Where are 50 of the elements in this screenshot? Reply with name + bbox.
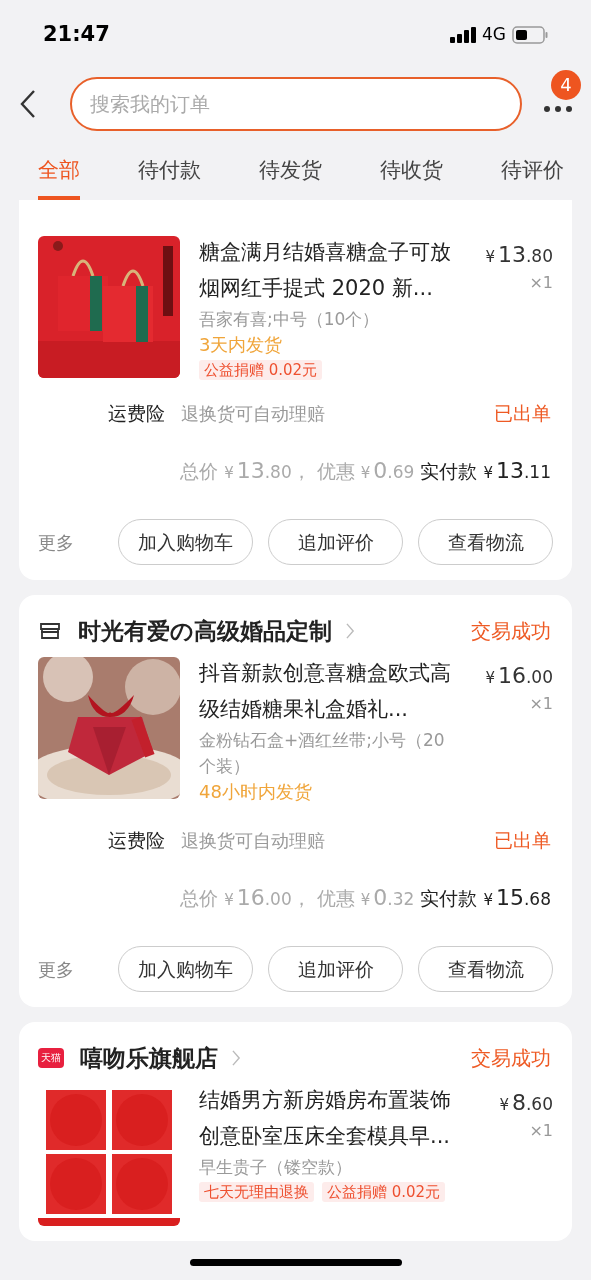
- total-price: 总价 ¥13.80，: [180, 457, 311, 485]
- product-spec: 吾家有喜;中号（10个）: [199, 308, 381, 331]
- chevron-right-icon: [232, 1050, 241, 1066]
- discount-amount: 优惠 ¥0.69: [316, 457, 415, 485]
- signal-icon: [450, 27, 476, 43]
- order-tab[interactable]: 待付款: [138, 145, 201, 200]
- insurance-note: 退换货可自动理赔: [181, 828, 325, 853]
- product-title[interactable]: 抖音新款创意喜糖盒欧式高级结婚糖果礼盒婚礼...: [199, 655, 457, 727]
- order-tab[interactable]: 待收货: [380, 145, 443, 200]
- unit-price: ¥8.60: [499, 1089, 553, 1117]
- total-price: 总价 ¥16.00，: [180, 884, 311, 912]
- back-icon[interactable]: [20, 88, 36, 119]
- promo-tag: 七天无理由退换: [199, 1182, 314, 1202]
- product-spec: 金粉钻石盒+酒红丝带;小号（20个装）: [199, 729, 446, 778]
- more-icon[interactable]: [543, 104, 573, 113]
- quantity: ×1: [529, 693, 553, 715]
- unit-price: ¥16.00: [485, 662, 553, 690]
- paid-amount: 实付款 ¥13.11: [420, 457, 551, 485]
- quantity: ×1: [529, 1120, 553, 1142]
- order-tab[interactable]: 待发货: [259, 145, 322, 200]
- product-title[interactable]: 结婚男方新房婚房布置装饰创意卧室压床全套模具早...: [199, 1082, 457, 1154]
- delivery-note: 3天内发货: [199, 333, 283, 357]
- insurance-status: 已出单: [494, 827, 551, 853]
- order-status: 交易成功: [471, 618, 551, 645]
- product-title[interactable]: 糖盒满月结婚喜糖盒子可放烟网红手提式 2020 新...: [199, 234, 457, 306]
- tmall-badge: 天猫: [38, 1048, 64, 1068]
- promo-tag: 公益捐赠 0.02元: [199, 360, 323, 380]
- unit-price: ¥13.80: [485, 241, 553, 269]
- battery-icon: [512, 26, 548, 44]
- status-time: 21:47: [43, 21, 110, 49]
- insurance-note: 退换货可自动理赔: [181, 401, 325, 426]
- insurance-status: 已出单: [494, 400, 551, 426]
- order-tab[interactable]: 待评价: [501, 145, 564, 200]
- discount-amount: 优惠 ¥0.32: [316, 884, 415, 912]
- quantity: ×1: [529, 272, 553, 294]
- insurance-label: 运费险: [108, 400, 165, 426]
- delivery-note: 48小时内发货: [199, 780, 312, 804]
- shop-name[interactable]: 嘻吻乐旗舰店: [80, 1040, 218, 1076]
- notification-badge: 4: [551, 69, 581, 100]
- order-status: 交易成功: [471, 1045, 551, 1072]
- insurance-label: 运费险: [108, 827, 165, 853]
- search-field[interactable]: 搜索我的订单: [70, 76, 522, 131]
- paid-amount: 实付款 ¥15.68: [420, 884, 551, 912]
- more-link[interactable]: 更多: [38, 955, 118, 983]
- promo-tag: 公益捐赠 0.02元: [322, 1182, 446, 1202]
- network-label: 4G: [482, 23, 506, 47]
- chevron-right-icon: [346, 623, 355, 639]
- shop-name[interactable]: 时光有爱の高级婚品定制: [78, 613, 332, 649]
- more-link[interactable]: 更多: [38, 528, 118, 556]
- product-spec: 早生贵子（镂空款）: [199, 1156, 353, 1179]
